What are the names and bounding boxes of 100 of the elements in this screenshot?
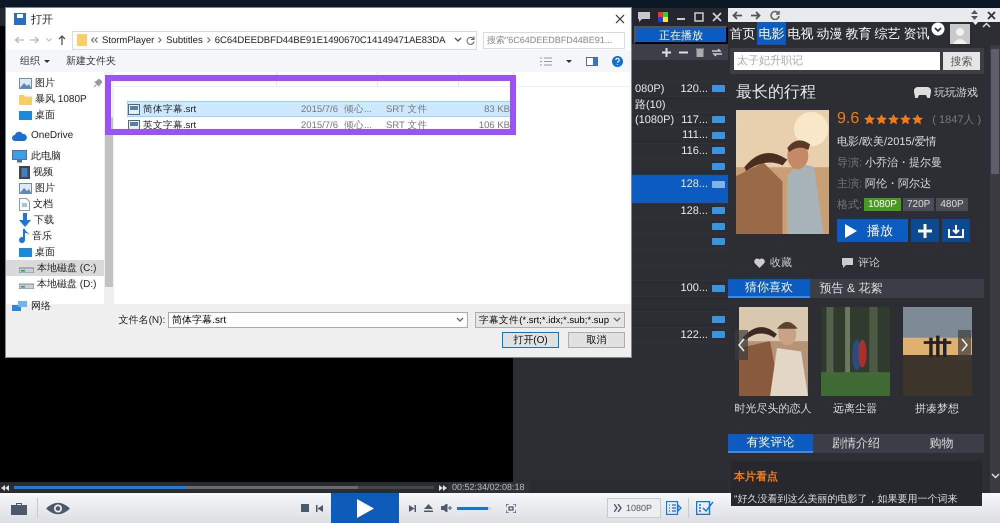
play-button[interactable]: [331, 493, 399, 523]
category-tab[interactable]: 电视: [786, 22, 815, 45]
scroll-thumb[interactable]: [105, 117, 113, 287]
file-row[interactable]: 英文字幕.srt 2015/7/6 倾心... SRT 文件 106 KB: [127, 117, 513, 133]
playlist-icon[interactable]: [666, 501, 682, 515]
format-option[interactable]: 1080P: [864, 198, 901, 211]
scroll-thumb[interactable]: [991, 49, 999, 174]
movie-caption[interactable]: 拼凑梦想: [915, 401, 959, 416]
checklist-icon[interactable]: [696, 501, 714, 515]
section-tab[interactable]: 剧情介绍: [813, 434, 899, 453]
toolbar-button[interactable]: 组织: [20, 54, 50, 68]
address-bar[interactable]: StormPlayer Subtitles 6C64DEEDBFD44BE91E1490670C14149471AE83DA: [72, 30, 477, 50]
format-option[interactable]: 480P: [936, 198, 968, 211]
add-button[interactable]: [911, 219, 939, 242]
nav-item[interactable]: 暴风 1080P: [6, 91, 104, 107]
star-icon: [912, 114, 924, 124]
back-icon[interactable]: [732, 10, 742, 20]
nav-item[interactable]: 网络: [6, 298, 104, 314]
nav-item[interactable]: 本地磁盘 (C:): [6, 260, 104, 276]
category-tab[interactable]: 教育: [844, 22, 873, 45]
category-tab[interactable]: 综艺: [873, 22, 902, 45]
separator-chevron-icon: [206, 37, 211, 43]
chat-icon[interactable]: [638, 12, 650, 22]
forward-icon[interactable]: [751, 10, 761, 20]
comment-link[interactable]: 评论: [842, 255, 880, 270]
credit-label: 主演:: [837, 176, 862, 191]
format-option[interactable]: 720P: [902, 198, 934, 211]
trash-icon[interactable]: [696, 48, 704, 56]
previous-icon[interactable]: [316, 504, 323, 512]
file-time: 倾心...: [344, 102, 373, 116]
section-tab[interactable]: 预告 & 花絮: [810, 279, 892, 298]
nav-item[interactable]: 视频: [6, 164, 104, 180]
movie-caption[interactable]: 远离尘嚣: [833, 401, 877, 416]
nav-item[interactable]: 音乐: [6, 228, 104, 244]
refresh-icon[interactable]: [466, 36, 475, 44]
dialog-button[interactable]: 取消: [568, 332, 625, 348]
nav-item[interactable]: 下载: [6, 212, 104, 228]
close-icon[interactable]: [615, 14, 625, 24]
category-tab[interactable]: 动漫: [815, 22, 844, 45]
scroll-up-icon[interactable]: [982, 22, 991, 28]
volume-icon[interactable]: [441, 504, 452, 512]
nav-item[interactable]: 此电脑: [6, 148, 104, 164]
next-icon[interactable]: [409, 504, 416, 512]
nav-item[interactable]: 图片: [6, 180, 104, 196]
fast-forward-icon[interactable]: [438, 484, 448, 490]
favorite-link[interactable]: 收藏: [754, 255, 792, 270]
section-tab[interactable]: 购物: [898, 434, 984, 453]
credit-name: 阿伦・阿尔达: [865, 177, 932, 191]
quality-button[interactable]: 1080P: [607, 498, 661, 518]
refresh-icon[interactable]: [770, 10, 780, 20]
file-type-dropdown[interactable]: 字幕文件(*.srt;*.idx;*.sub;*.sup: [475, 312, 625, 328]
section-tab[interactable]: 猜你喜欢: [728, 279, 810, 298]
eye-icon[interactable]: [46, 502, 70, 514]
playlist-tab[interactable]: 正在播放: [634, 26, 728, 44]
preview-pane-icon[interactable]: [586, 56, 598, 66]
section-tab[interactable]: 有奖评论: [728, 434, 814, 453]
search-field[interactable]: 搜索"6C64DEEDBFD44BE91...: [483, 32, 625, 48]
scrollbar[interactable]: [990, 45, 1000, 493]
category-tab[interactable]: 资讯: [902, 22, 931, 45]
nav-item[interactable]: OneDrive: [6, 129, 104, 142]
view-options-icon[interactable]: [540, 56, 552, 66]
dialog-button[interactable]: 打开(O): [502, 332, 559, 348]
path-segment[interactable]: 6C64DEEDBFD44BE91E1490670C14149471AE83DA: [214, 34, 446, 46]
palette-icon[interactable]: [658, 12, 668, 22]
search-button[interactable]: 搜索: [943, 52, 980, 70]
eject-icon[interactable]: [424, 504, 433, 512]
movie-caption[interactable]: 时光尽头的恋人: [734, 401, 812, 416]
dialog-title: 打开: [31, 12, 53, 26]
search-field[interactable]: 太子妃升职记: [734, 52, 940, 70]
rewind-icon[interactable]: [0, 484, 10, 490]
folder-icon: [77, 34, 87, 46]
maximize-icon[interactable]: [694, 12, 704, 22]
swap-icon[interactable]: [712, 48, 722, 56]
nav-item[interactable]: 文档: [6, 196, 104, 212]
help-icon[interactable]: [612, 56, 623, 66]
dropdown-icon: [456, 317, 464, 323]
file-row[interactable]: 简体字幕.srt 2015/7/6 倾心... SRT 文件 83 KB: [127, 101, 513, 117]
nav-item[interactable]: 桌面: [6, 107, 104, 123]
play-button[interactable]: 播放: [837, 219, 908, 242]
close-icon[interactable]: [987, 10, 996, 20]
fullscreen-icon[interactable]: [506, 504, 516, 512]
filename-field[interactable]: 简体字幕.srt: [168, 312, 468, 328]
add-icon[interactable]: [662, 48, 671, 56]
category-tab[interactable]: 首页: [728, 22, 757, 45]
file-name: 英文字幕.srt: [143, 118, 196, 132]
nav-item[interactable]: 图片: [6, 75, 104, 91]
scroll-down-icon[interactable]: [991, 473, 1000, 479]
category-tab[interactable]: 电影: [757, 22, 786, 45]
toolbox-icon[interactable]: [11, 502, 27, 514]
game-link[interactable]: 玩玩游戏: [914, 85, 978, 100]
download-button[interactable]: [942, 219, 970, 242]
nav-item[interactable]: 桌面: [6, 244, 104, 260]
toolbar-button[interactable]: 新建文件夹: [66, 54, 116, 68]
path-segment[interactable]: StormPlayer: [102, 34, 154, 46]
up-icon[interactable]: [58, 35, 66, 45]
nav-item[interactable]: 本地磁盘 (D:): [6, 276, 104, 292]
file-date: 2015/7/6: [301, 104, 339, 114]
more-icon[interactable]: [931, 22, 945, 36]
path-segment[interactable]: Subtitles: [166, 34, 203, 46]
resize-icon[interactable]: [971, 10, 978, 20]
